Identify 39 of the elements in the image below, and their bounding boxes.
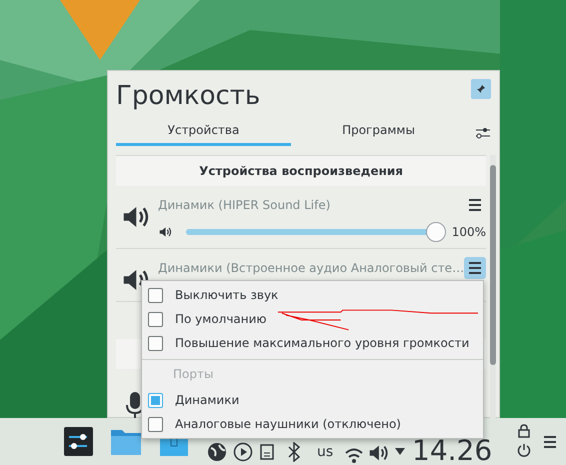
tab[interactable]: Программы (291, 119, 466, 146)
device-name: Динамик (HIPER Sound Life) (158, 198, 330, 212)
menu-icon[interactable] (542, 434, 558, 450)
menu-icon (467, 260, 484, 276)
menu-item[interactable]: Повышение максимального уровня громкости (175, 336, 470, 350)
menu-icon (467, 197, 484, 213)
scrollbar[interactable] (490, 155, 496, 421)
device-name: Динамики (Встроенное аудио Аналоговый сте… (158, 261, 464, 275)
power-icon[interactable] (517, 443, 531, 457)
settings-icon[interactable] (475, 126, 491, 140)
section-header: Устройства воспроизведения (116, 155, 486, 186)
globe-icon[interactable] (207, 442, 227, 462)
menu-button[interactable] (464, 257, 486, 279)
checkbox[interactable] (148, 312, 163, 326)
play-icon[interactable] (233, 442, 253, 462)
mixer-icon[interactable] (64, 427, 93, 456)
checkbox[interactable] (148, 288, 163, 302)
lock-icon[interactable] (518, 424, 530, 438)
checkbox[interactable] (148, 392, 163, 408)
menu-section-title: Порты (172, 366, 214, 383)
tab[interactable]: Устройства (116, 119, 291, 146)
pin-button[interactable] (471, 79, 491, 99)
checkbox[interactable] (148, 336, 163, 350)
menu-item[interactable]: По умолчанию (175, 312, 267, 326)
volume-value: 100% (452, 225, 486, 239)
keyboard-layout[interactable]: us (317, 444, 334, 460)
popup-title: Громкость (116, 80, 260, 113)
folder-icon[interactable] (111, 428, 141, 455)
clipboard-icon[interactable] (260, 444, 274, 460)
expand-icon[interactable] (395, 448, 405, 455)
slider-handle[interactable] (426, 222, 446, 242)
menu-item[interactable]: Динамики (175, 393, 240, 407)
clock[interactable]: 14.26 (412, 438, 492, 464)
menu-item[interactable]: Выключить звук (175, 288, 278, 302)
volume-slider[interactable] (186, 222, 446, 242)
checkbox[interactable] (148, 416, 163, 432)
speaker-icon (158, 225, 172, 239)
menu-item[interactable]: Аналоговые наушники (отключено) (175, 417, 401, 431)
pin-icon (476, 84, 486, 94)
